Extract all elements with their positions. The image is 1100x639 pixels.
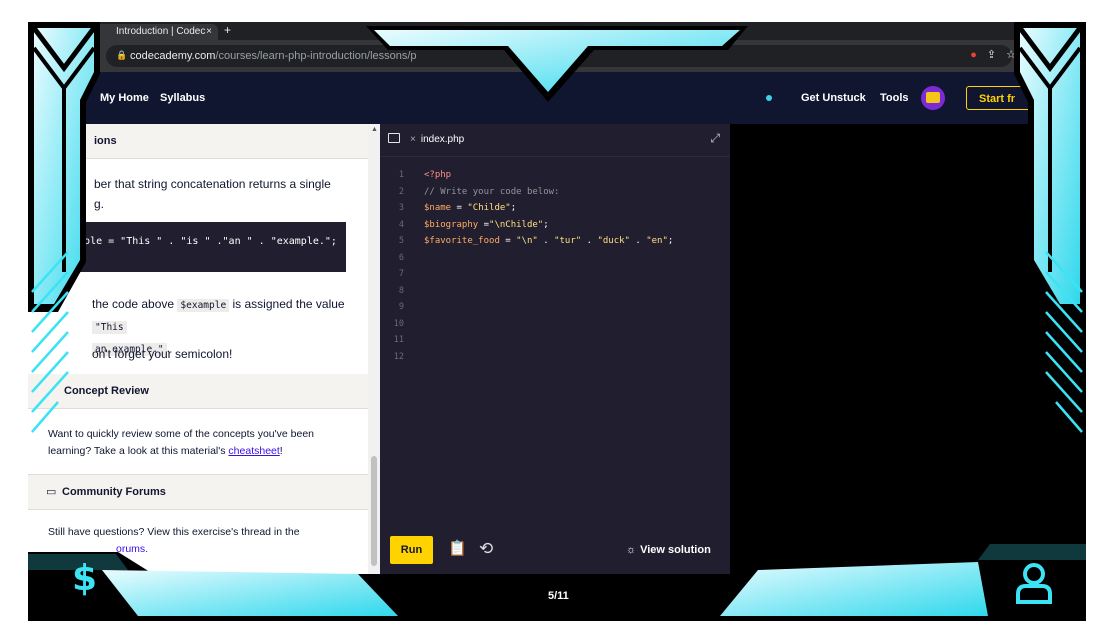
- scroll-up-icon[interactable]: ▲: [371, 126, 378, 133]
- address-bar[interactable]: 🔒 codecademy.com/courses/learn-php-intro…: [106, 45, 1012, 67]
- status-dot: [766, 95, 772, 101]
- close-file-icon[interactable]: ×: [410, 134, 416, 145]
- semicolon-note: on't forget your semicolon!: [92, 347, 233, 361]
- forums-text-line-1: Still have questions? View this exercise…: [48, 526, 300, 538]
- code-editor: × index.php ⤢ 1 2 3 4 5 6 7 8 9 10 11 12 <?php// Wri…: [380, 124, 730, 621]
- line-number: 12: [393, 351, 404, 362]
- code-line-3: $name = "Childe";: [424, 203, 517, 213]
- code-line-1: <?php: [424, 170, 452, 180]
- nav-my-home[interactable]: My Home: [100, 72, 149, 124]
- line-number: 10: [393, 318, 404, 329]
- start-button[interactable]: Start fr: [966, 86, 1056, 110]
- tab-title: Introduction | Codec: [116, 26, 206, 37]
- app-navbar: My Home Syllabus Get Unstuck Tools Start…: [28, 72, 1086, 124]
- lesson-scroll-thumb[interactable]: [371, 456, 377, 566]
- instruction-text-1: ber that string concatenation returns a …: [94, 174, 331, 214]
- concept-review-text: Want to quickly review some of the conce…: [48, 426, 314, 460]
- forums-text: Still have questions? View this exercise…: [48, 524, 300, 558]
- code-line-2: // Write your code below:: [424, 186, 560, 197]
- inline-code-value-a: "This: [92, 321, 127, 334]
- google-icon[interactable]: ●: [970, 49, 987, 61]
- browser-toolbar: 🔒 codecademy.com/courses/learn-php-intro…: [28, 40, 1086, 72]
- editor-tabs: × index.php ⤢: [380, 124, 730, 157]
- view-solution-button[interactable]: ☼ View solution: [626, 536, 711, 564]
- concept-text-end: !: [279, 445, 283, 457]
- concept-review-header[interactable]: Concept Review: [28, 374, 368, 409]
- file-tab[interactable]: × index.php: [410, 124, 464, 156]
- line-number: 9: [398, 302, 404, 312]
- line-number: 4: [398, 219, 404, 230]
- expand-icon[interactable]: ⤢: [710, 131, 720, 146]
- code-example-block: xample = "This " . "is " ."an " . "examp…: [28, 222, 346, 272]
- url-path: /courses/learn-php-introduction/lessons/…: [215, 50, 417, 62]
- url-domain: codecademy.com: [130, 50, 216, 62]
- cheatsheet-link[interactable]: cheatsheet: [228, 445, 279, 457]
- avatar[interactable]: [921, 86, 945, 110]
- nav-syllabus[interactable]: Syllabus: [160, 72, 205, 124]
- file-name: index.php: [420, 134, 465, 145]
- concept-text-line-2: learning? Take a look at this material's: [48, 445, 229, 457]
- user-icon: [1016, 563, 1052, 604]
- view-solution-label: View solution: [640, 544, 711, 556]
- lesson-panel: ions ber that string concatenation retur…: [28, 124, 368, 574]
- folder-icon[interactable]: [388, 133, 400, 143]
- dollar-icon: $: [72, 558, 98, 599]
- browser-action-icons[interactable]: ●⇪☆: [970, 48, 1026, 61]
- lock-icon: 🔒: [116, 50, 128, 60]
- line-numbers: 1 2 3 4 5 6 7 8 9 10 11 12: [380, 167, 404, 365]
- code-area[interactable]: <?php // Write your code below: $name = "C…: [424, 167, 673, 250]
- page-indicator: 5/11: [548, 590, 569, 602]
- forums-icon: ▭: [46, 486, 57, 498]
- forums-title: Community Forums: [62, 486, 166, 498]
- new-tab-button[interactable]: +: [224, 23, 231, 37]
- tools-button[interactable]: Tools: [880, 72, 909, 124]
- share-icon[interactable]: ⇪: [987, 49, 1006, 61]
- para2-mid: is assigned the value: [229, 297, 345, 311]
- line-number: 1: [398, 170, 404, 180]
- browser-tab[interactable]: Introduction | Codec ×: [88, 24, 218, 40]
- instructions-header: ions: [28, 124, 368, 159]
- para2-pre: the code above: [92, 297, 178, 311]
- instruction-line-2: g.: [94, 197, 105, 211]
- screen: Introduction | Codec × + 🔒 codecademy.co…: [28, 22, 1086, 621]
- line-number: 2: [398, 186, 404, 197]
- code-line-5: $favorite_food = "\n" . "tur" . "duck" .…: [424, 236, 674, 246]
- copy-icon[interactable]: 📋: [448, 540, 467, 558]
- line-number: 11: [393, 335, 404, 345]
- code-line-4: $biography ="\nChilde";: [424, 219, 549, 230]
- url-text: codecademy.com/courses/learn-php-introdu…: [130, 45, 417, 67]
- line-number: 3: [398, 203, 404, 213]
- forums-link[interactable]: orums.: [116, 543, 148, 555]
- lightbulb-icon: ☼: [626, 544, 637, 556]
- line-number: 5: [398, 236, 404, 246]
- line-number: 6: [398, 252, 404, 263]
- concept-review-title: Concept Review: [64, 385, 149, 397]
- run-button[interactable]: Run: [390, 536, 433, 564]
- browser-tabstrip: Introduction | Codec × +: [28, 22, 1086, 40]
- community-forums-header[interactable]: ▭ Community Forums: [28, 474, 368, 510]
- inline-code-example: $example: [177, 299, 230, 312]
- reset-icon[interactable]: ⟲: [479, 540, 495, 558]
- tab-close-icon[interactable]: ×: [206, 24, 212, 40]
- get-unstuck-button[interactable]: Get Unstuck: [801, 72, 866, 124]
- line-number: 8: [398, 285, 404, 296]
- line-number: 7: [398, 269, 404, 279]
- code-example: xample = "This " . "is " ."an " . "examp…: [66, 236, 337, 247]
- instruction-line-1: ber that string concatenation returns a …: [94, 177, 331, 191]
- star-icon[interactable]: ☆: [1006, 49, 1026, 61]
- concept-text-line-1: Want to quickly review some of the conce…: [48, 428, 315, 440]
